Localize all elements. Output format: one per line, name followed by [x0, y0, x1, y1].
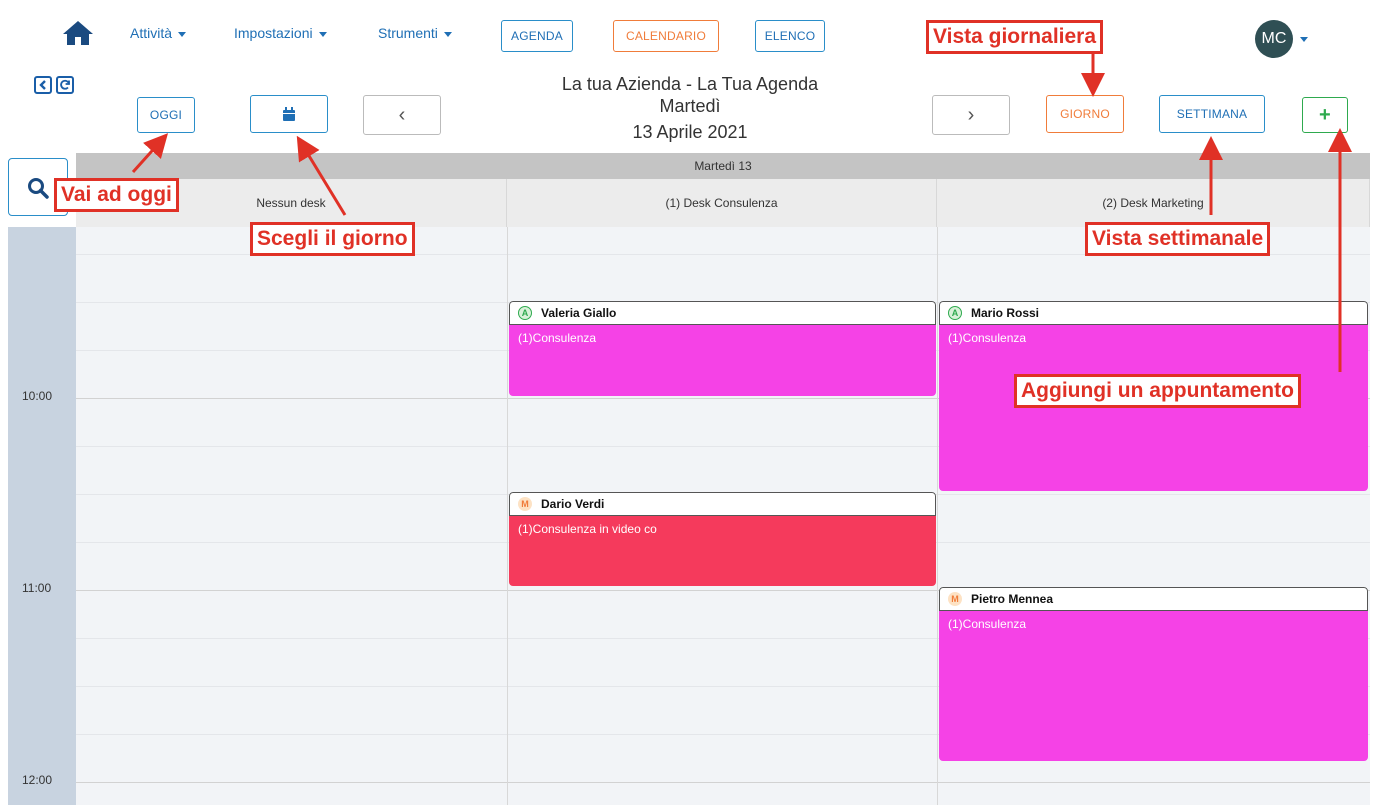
calendar-icon: [283, 106, 295, 121]
desk-header-marketing: (2) Desk Marketing: [937, 179, 1370, 227]
add-appointment-button[interactable]: +: [1302, 97, 1348, 133]
agenda-view-button[interactable]: AGENDA: [501, 20, 573, 52]
time-label-10: 10:00: [22, 389, 53, 403]
desk-header-consulenza: (1) Desk Consulenza: [507, 179, 937, 227]
appointment-client: Mario Rossi: [971, 306, 1040, 320]
menu-strumenti-label: Strumenti: [378, 25, 438, 41]
menu-attivita-label: Attività: [130, 25, 173, 41]
appointment-header: M Dario Verdi: [509, 492, 936, 516]
column-divider: [937, 227, 938, 805]
today-button[interactable]: OGGI: [137, 97, 195, 133]
day-view-button[interactable]: GIORNO: [1046, 95, 1124, 133]
time-column: 10:00 11:00 12:00: [8, 227, 76, 805]
search-icon: [28, 178, 49, 199]
annotation-vai-ad-oggi: Vai ad oggi: [54, 178, 179, 212]
annotation-aggiungi-appuntamento: Aggiungi un appuntamento: [1014, 374, 1301, 408]
menu-strumenti[interactable]: Strumenti: [378, 25, 452, 41]
status-badge: A: [948, 306, 962, 320]
grid-line-hour: [76, 782, 1370, 783]
appointment-header: M Pietro Mennea: [939, 587, 1368, 611]
day-header: Martedì 13: [76, 153, 1370, 179]
appointment-card[interactable]: M Pietro Mennea (1)Consulenza: [939, 587, 1368, 761]
choose-date-button[interactable]: [250, 95, 328, 133]
appointment-service: (1)Consulenza: [939, 611, 1368, 761]
chevron-left-icon: [39, 80, 46, 90]
menu-impostazioni[interactable]: Impostazioni: [234, 25, 327, 41]
appointment-service: (1)Consulenza in video co: [509, 516, 936, 586]
caret-down-icon: [318, 31, 327, 37]
user-menu-caret-icon[interactable]: [1300, 37, 1308, 42]
annotation-vista-settimanale: Vista settimanale: [1085, 222, 1271, 256]
status-badge: A: [518, 306, 532, 320]
collapse-sidebar-button[interactable]: [34, 76, 52, 94]
appointment-card[interactable]: A Valeria Giallo (1)Consulenza: [509, 301, 936, 396]
appointment-header: A Mario Rossi: [939, 301, 1368, 325]
agenda-title-date: 13 Aprile 2021: [632, 122, 748, 142]
agenda-app: Attività Impostazioni Strumenti AGENDA C…: [0, 0, 1375, 805]
time-label-12: 12:00: [22, 773, 53, 787]
elenco-view-button[interactable]: ELENCO: [755, 20, 825, 52]
caret-down-icon: [443, 31, 452, 37]
agenda-title-company: La tua Azienda - La Tua Agenda: [561, 74, 819, 94]
appointment-header: A Valeria Giallo: [509, 301, 936, 325]
week-view-button[interactable]: SETTIMANA: [1159, 95, 1265, 133]
column-divider: [507, 227, 508, 805]
status-badge: M: [948, 592, 962, 606]
appointment-card[interactable]: M Dario Verdi (1)Consulenza in video co: [509, 492, 936, 586]
refresh-icon: [60, 79, 70, 90]
home-icon[interactable]: [62, 20, 94, 46]
appointment-client: Valeria Giallo: [541, 306, 617, 320]
menu-impostazioni-label: Impostazioni: [234, 25, 313, 41]
agenda-title: La tua Azienda - La Tua Agenda Martedì 1…: [480, 73, 900, 143]
menu-attivita[interactable]: Attività: [130, 25, 187, 41]
annotation-vista-giornaliera: Vista giornaliera: [926, 20, 1104, 54]
caret-down-icon: [178, 31, 187, 37]
appointment-client: Pietro Mennea: [971, 592, 1054, 606]
appointment-client: Dario Verdi: [541, 497, 605, 511]
appointment-service: (1)Consulenza: [509, 325, 936, 396]
next-day-button[interactable]: ›: [932, 95, 1010, 135]
refresh-button[interactable]: [56, 76, 74, 94]
appointment-service: (1)Consulenza: [939, 325, 1368, 491]
annotation-scegli-giorno: Scegli il giorno: [250, 222, 415, 256]
previous-day-button[interactable]: ‹: [363, 95, 441, 135]
user-avatar[interactable]: MC: [1255, 20, 1293, 58]
agenda-title-weekday: Martedì: [659, 96, 721, 116]
status-badge: M: [518, 497, 532, 511]
time-label-11: 11:00: [22, 581, 52, 595]
calendario-view-button[interactable]: CALENDARIO: [613, 20, 719, 52]
